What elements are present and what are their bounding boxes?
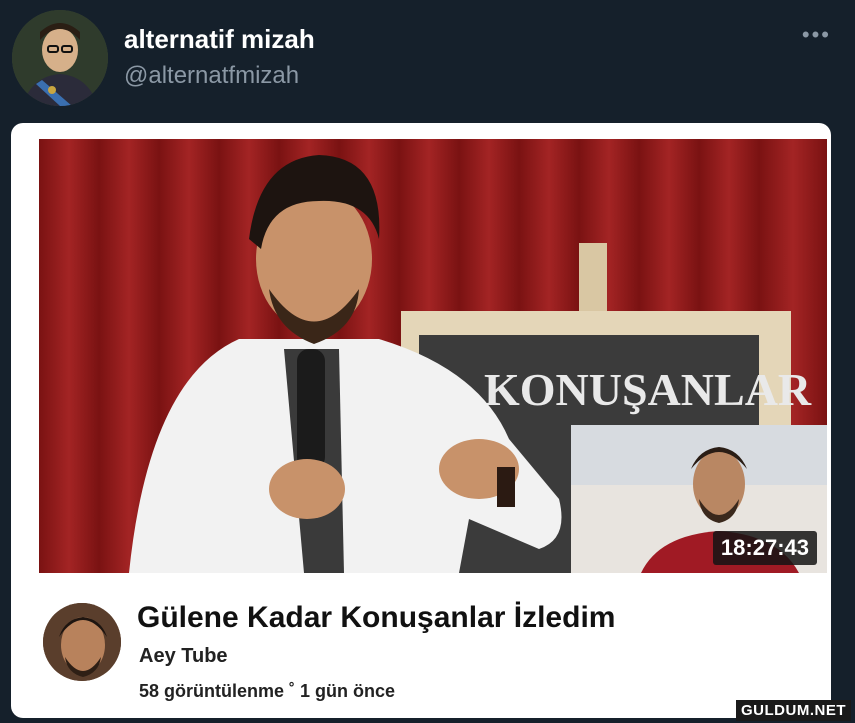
- site-watermark: GULDUM.NET: [736, 700, 851, 721]
- more-options-icon[interactable]: •••: [802, 22, 831, 48]
- youtube-screenshot-card: KONUŞANLAR 18:27:43 Gülene Kadar Konuşan…: [11, 123, 831, 718]
- user-handle[interactable]: @alternatfmizah: [124, 62, 299, 90]
- sign-text: KONUŞANLAR: [484, 364, 812, 415]
- duration-badge: 18:27:43: [712, 531, 817, 565]
- profile-avatar[interactable]: [12, 10, 108, 106]
- channel-avatar[interactable]: [43, 603, 121, 681]
- channel-name[interactable]: Aey Tube: [139, 645, 228, 668]
- display-name[interactable]: alternatif mizah: [124, 24, 315, 55]
- video-meta: 58 görüntülenme ˚ 1 gün önce: [139, 681, 396, 701]
- video-title[interactable]: Gülene Kadar Konuşanlar İzledim: [137, 601, 615, 635]
- video-thumbnail[interactable]: KONUŞANLAR 18:27:43: [39, 139, 827, 573]
